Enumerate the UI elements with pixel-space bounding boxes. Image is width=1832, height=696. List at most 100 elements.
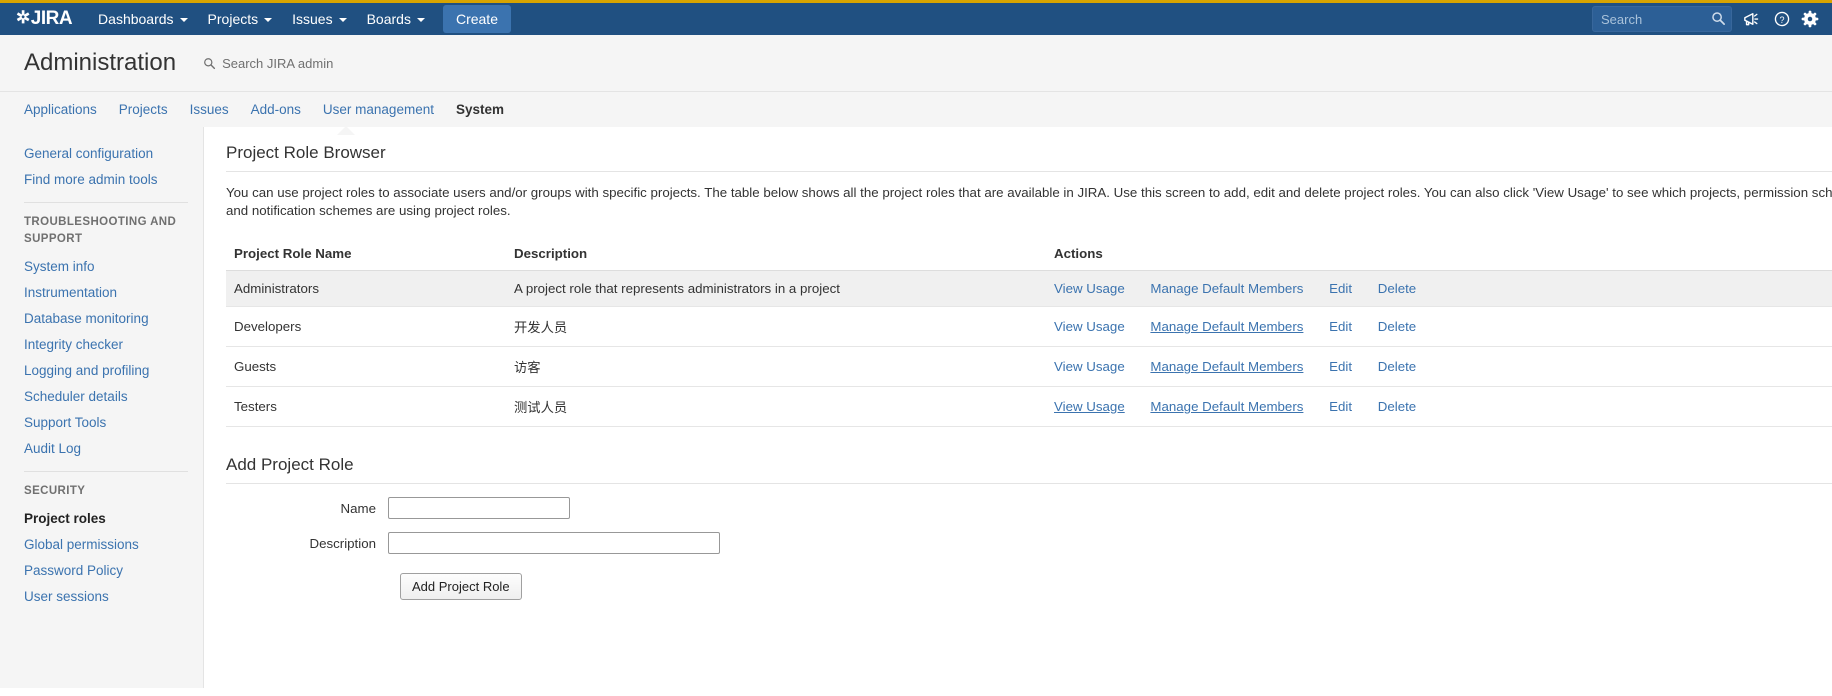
table-row: Administrators A project role that repre…	[226, 270, 1832, 307]
view-usage-link[interactable]: View Usage	[1054, 399, 1125, 414]
section-title-add-project-role: Add Project Role	[226, 455, 1832, 484]
view-usage-link[interactable]: View Usage	[1054, 281, 1125, 296]
admin-tab-bar: Applications Projects Issues Add-ons Use…	[0, 92, 1832, 127]
sidebar-item-scheduler-details[interactable]: Scheduler details	[0, 384, 204, 410]
nav-item-boards[interactable]: Boards	[357, 3, 435, 35]
sidebar-item-integrity-checker[interactable]: Integrity checker	[0, 332, 204, 358]
cell-role-name: Guests	[226, 346, 506, 387]
add-project-role-button[interactable]: Add Project Role	[400, 573, 522, 600]
manage-default-members-link[interactable]: Manage Default Members	[1150, 399, 1303, 414]
cell-role-name: Developers	[226, 306, 506, 347]
jira-logo-mark: ✲	[16, 7, 30, 27]
sidebar-item-logging-and-profiling[interactable]: Logging and profiling	[0, 358, 204, 384]
sidebar-divider	[24, 202, 188, 203]
page-description-line2: and notification schemes are using proje…	[226, 203, 511, 218]
chevron-down-icon	[416, 18, 425, 22]
admin-search-placeholder: Search JIRA admin	[222, 55, 334, 71]
tab-projects[interactable]: Projects	[109, 96, 178, 123]
administration-header: Administration Search JIRA admin	[0, 35, 1832, 92]
section-title-project-role-browser: Project Role Browser	[226, 143, 1832, 172]
svg-text:?: ?	[1779, 15, 1784, 25]
cell-role-name: Administrators	[226, 270, 506, 307]
settings-menu-button[interactable]	[1798, 10, 1822, 28]
tab-add-ons[interactable]: Add-ons	[241, 96, 311, 123]
cell-role-description: 测试人员	[506, 386, 1046, 427]
delete-link[interactable]: Delete	[1378, 281, 1416, 296]
edit-link[interactable]: Edit	[1329, 359, 1352, 374]
tab-system[interactable]: System	[446, 96, 514, 123]
admin-content-panel: Project Role Browser You can use project…	[204, 127, 1832, 688]
nav-item-issues[interactable]: Issues	[282, 3, 356, 35]
sidebar-group-heading-security: SECURITY	[24, 485, 86, 497]
sidebar-item-user-sessions[interactable]: User sessions	[0, 584, 204, 610]
edit-link[interactable]: Edit	[1329, 281, 1352, 296]
chevron-down-icon	[264, 18, 273, 22]
nav-item-boards-label: Boards	[366, 11, 411, 27]
delete-link[interactable]: Delete	[1378, 359, 1416, 374]
sidebar-item-audit-log[interactable]: Audit Log	[0, 436, 204, 462]
sidebar-divider	[24, 471, 188, 472]
form-actions: Add Project Role	[400, 573, 1832, 600]
manage-default-members-link[interactable]: Manage Default Members	[1150, 319, 1303, 334]
delete-link[interactable]: Delete	[1378, 399, 1416, 414]
page-body: General configuration Find more admin to…	[0, 127, 1832, 688]
view-usage-link[interactable]: View Usage	[1054, 359, 1125, 374]
page-description-line1: You can use project roles to associate u…	[226, 185, 1832, 200]
form-row-name: Name	[226, 497, 1832, 519]
page-title: Administration	[24, 49, 177, 76]
create-button[interactable]: Create	[442, 5, 511, 33]
cell-role-description: A project role that represents administr…	[506, 270, 1046, 307]
global-nav-right-group: ?	[1592, 5, 1822, 33]
sidebar-group-heading-troubleshooting: TROUBLESHOOTING AND SUPPORT	[24, 216, 177, 245]
jira-logo[interactable]: ✲ JIRA	[16, 7, 73, 31]
sidebar-item-general-configuration[interactable]: General configuration	[0, 141, 204, 167]
cell-actions: View Usage Manage Default Members Edit D…	[1046, 386, 1832, 427]
jira-logo-text: JIRA	[30, 7, 73, 29]
name-input[interactable]	[388, 497, 570, 519]
global-search[interactable]	[1592, 6, 1732, 32]
cell-role-description: 访客	[506, 346, 1046, 387]
table-header-row: Project Role Name Description Actions	[226, 240, 1832, 271]
panel-pointer-caret	[337, 127, 355, 135]
nav-item-dashboards[interactable]: Dashboards	[88, 3, 198, 35]
tab-issues[interactable]: Issues	[180, 96, 239, 123]
cell-role-description: 开发人员	[506, 306, 1046, 347]
sidebar-item-global-permissions[interactable]: Global permissions	[0, 532, 204, 558]
manage-default-members-link[interactable]: Manage Default Members	[1150, 281, 1303, 296]
nav-item-projects[interactable]: Projects	[198, 3, 283, 35]
admin-sidebar: General configuration Find more admin to…	[0, 127, 204, 688]
announcement-button[interactable]	[1736, 5, 1766, 33]
gear-icon	[1801, 10, 1819, 28]
sidebar-item-instrumentation[interactable]: Instrumentation	[0, 280, 204, 306]
sidebar-item-support-tools[interactable]: Support Tools	[0, 410, 204, 436]
table-row: Guests 访客 View Usage Manage Default Memb…	[226, 346, 1832, 387]
label-description: Description	[309, 535, 376, 551]
cell-actions: View Usage Manage Default Members Edit D…	[1046, 306, 1832, 347]
search-icon	[204, 57, 216, 69]
admin-search-box[interactable]: Search JIRA admin	[203, 56, 333, 71]
column-header-description: Description	[506, 240, 1046, 271]
search-input[interactable]	[1592, 6, 1732, 32]
sidebar-item-find-more-admin-tools[interactable]: Find more admin tools	[0, 167, 204, 193]
manage-default-members-link[interactable]: Manage Default Members	[1150, 359, 1303, 374]
sidebar-item-database-monitoring[interactable]: Database monitoring	[0, 306, 204, 332]
sidebar-item-project-roles[interactable]: Project roles	[0, 506, 204, 532]
nav-item-dashboards-label: Dashboards	[98, 11, 174, 27]
view-usage-link[interactable]: View Usage	[1054, 319, 1125, 334]
project-roles-table: Project Role Name Description Actions Ad…	[226, 240, 1832, 427]
chevron-down-icon	[338, 18, 347, 22]
column-header-actions: Actions	[1046, 240, 1832, 271]
help-menu-button[interactable]: ?	[1770, 10, 1794, 28]
cell-actions: View Usage Manage Default Members Edit D…	[1046, 346, 1832, 387]
edit-link[interactable]: Edit	[1329, 399, 1352, 414]
edit-link[interactable]: Edit	[1329, 319, 1352, 334]
form-row-description: Description	[226, 532, 1832, 554]
tab-applications[interactable]: Applications	[14, 96, 107, 123]
sidebar-item-password-policy[interactable]: Password Policy	[0, 558, 204, 584]
label-name: Name	[340, 500, 376, 516]
description-input[interactable]	[388, 532, 720, 554]
sidebar-item-system-info[interactable]: System info	[0, 254, 204, 280]
tab-user-management[interactable]: User management	[313, 96, 444, 123]
cell-role-name: Testers	[226, 386, 506, 427]
delete-link[interactable]: Delete	[1378, 319, 1416, 334]
